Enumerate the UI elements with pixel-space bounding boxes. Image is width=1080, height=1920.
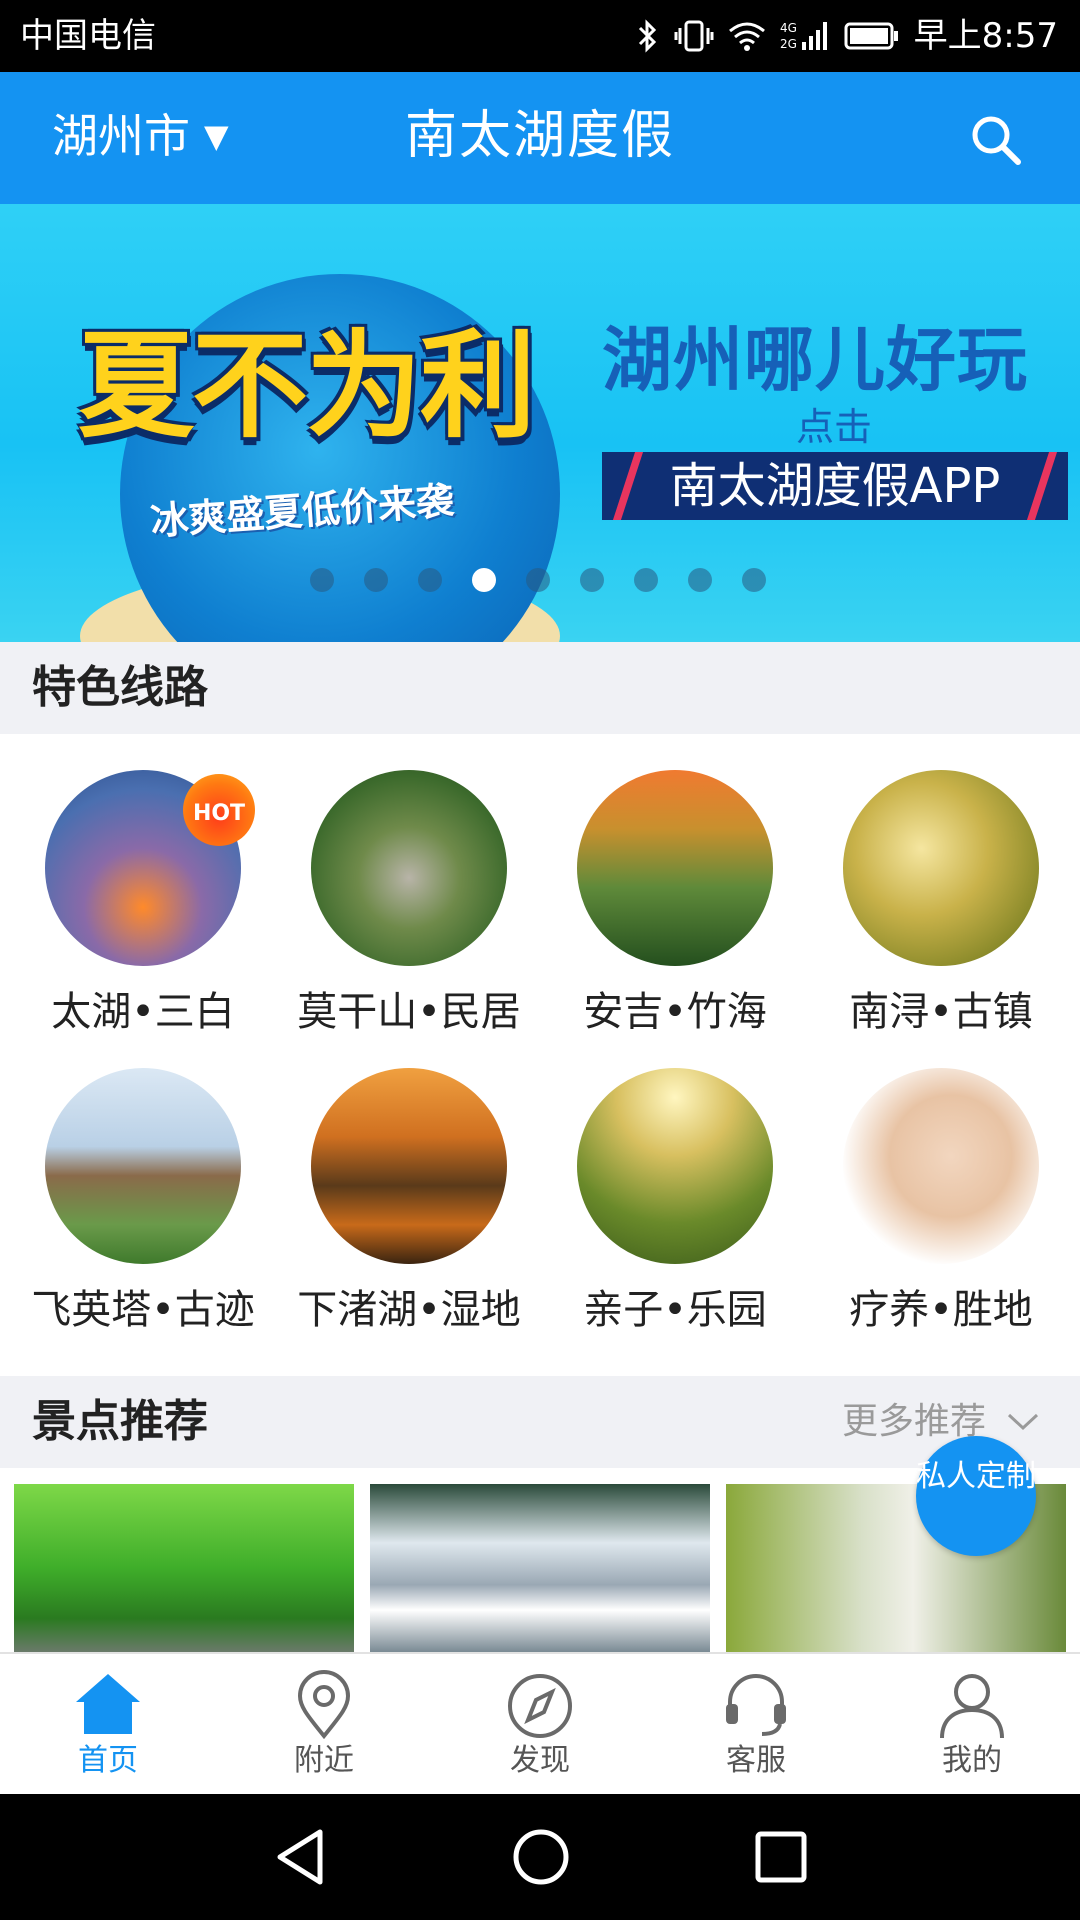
route-item[interactable]: 疗养•胜地 bbox=[806, 1068, 1076, 1336]
tab-service[interactable]: 客服 bbox=[676, 1670, 836, 1780]
carousel-dot[interactable] bbox=[418, 568, 442, 592]
route-label: 下渚湖•湿地 bbox=[297, 1287, 521, 1333]
clock: 早上8:57 bbox=[913, 16, 1058, 56]
carousel-dot[interactable] bbox=[526, 568, 550, 592]
route-item[interactable]: 莫干山•民居 bbox=[274, 770, 544, 1038]
scenic-card[interactable] bbox=[14, 1484, 354, 1652]
vibrate-icon bbox=[674, 18, 714, 54]
route-item[interactable]: 下渚湖•湿地 bbox=[274, 1068, 544, 1336]
route-item[interactable]: 飞英塔•古迹 bbox=[8, 1068, 278, 1336]
svg-text:2G: 2G bbox=[780, 37, 797, 51]
route-label: 莫干山•民居 bbox=[297, 989, 521, 1035]
banner-headline: 湖州哪儿好玩 bbox=[602, 319, 1028, 401]
tab-home[interactable]: 首页 bbox=[28, 1670, 188, 1780]
tab-label: 首页 bbox=[78, 1743, 138, 1778]
carousel-dot[interactable] bbox=[472, 568, 496, 592]
search-icon[interactable] bbox=[968, 112, 1024, 168]
route-thumbnail bbox=[311, 1068, 507, 1264]
svg-text:4G: 4G bbox=[780, 21, 797, 35]
route-thumbnail bbox=[843, 1068, 1039, 1264]
more-recommendations-link[interactable]: 更多推荐 bbox=[842, 1398, 1040, 1446]
tab-mine[interactable]: 我的 bbox=[892, 1670, 1052, 1780]
compass-icon bbox=[502, 1670, 578, 1740]
section-title: 景点推荐 bbox=[32, 1396, 208, 1447]
tab-label: 附近 bbox=[294, 1743, 354, 1778]
route-label: 亲子•乐园 bbox=[583, 1287, 767, 1333]
carousel-dot[interactable] bbox=[742, 568, 766, 592]
route-thumbnail bbox=[843, 770, 1039, 966]
app-header: 湖州市 ▼ 南太湖度假 bbox=[0, 72, 1080, 204]
route-label: 飞英塔•古迹 bbox=[31, 1287, 255, 1333]
route-label: 南浔•古镇 bbox=[849, 989, 1033, 1035]
signal-icon: 4G 2G bbox=[780, 18, 830, 54]
carousel-indicator[interactable] bbox=[310, 568, 766, 592]
bottom-tab-bar: 首页 附近 发现 客服 我的 bbox=[0, 1652, 1080, 1794]
recommendations-header: 景点推荐 更多推荐 bbox=[0, 1376, 1080, 1468]
system-navigation-bar bbox=[0, 1794, 1080, 1920]
user-icon bbox=[934, 1670, 1010, 1740]
route-thumbnail bbox=[45, 1068, 241, 1264]
bluetooth-icon bbox=[636, 18, 660, 54]
carrier-name: 中国电信 bbox=[20, 16, 156, 56]
home-circle-icon[interactable] bbox=[510, 1826, 572, 1888]
page-title: 南太湖度假 bbox=[404, 106, 675, 166]
route-label: 太湖•三白 bbox=[51, 989, 235, 1035]
route-label: 安吉•竹海 bbox=[583, 989, 767, 1035]
carousel-dot[interactable] bbox=[580, 568, 604, 592]
battery-icon bbox=[844, 21, 900, 51]
scenic-card[interactable] bbox=[370, 1484, 710, 1652]
back-icon[interactable] bbox=[272, 1826, 334, 1888]
home-icon bbox=[70, 1670, 146, 1740]
recents-icon[interactable] bbox=[750, 1826, 812, 1888]
tab-discover[interactable]: 发现 bbox=[460, 1670, 620, 1780]
route-thumbnail bbox=[577, 770, 773, 966]
private-custom-button[interactable]: 私人定制 bbox=[916, 1436, 1036, 1556]
carousel-dot[interactable] bbox=[634, 568, 658, 592]
featured-routes-header: 特色线路 bbox=[0, 642, 1080, 734]
banner-app-badge: 南太湖度假APP bbox=[602, 452, 1068, 520]
tab-label: 发现 bbox=[510, 1743, 570, 1778]
status-icons: 4G 2G 早上8:57 bbox=[636, 14, 1058, 58]
banner-click-hint: 点击 bbox=[796, 405, 873, 449]
hot-badge: HOT bbox=[183, 774, 255, 846]
route-thumbnail bbox=[311, 770, 507, 966]
headset-icon bbox=[718, 1670, 794, 1740]
section-title: 特色线路 bbox=[32, 662, 208, 713]
route-item[interactable]: 南浔•古镇 bbox=[806, 770, 1076, 1038]
chevron-down-icon bbox=[1007, 1413, 1039, 1431]
location-pin-icon bbox=[286, 1670, 362, 1740]
route-label: 疗养•胜地 bbox=[849, 1287, 1033, 1333]
carousel-dot[interactable] bbox=[688, 568, 712, 592]
status-bar: 中国电信 4G 2G 早上8:57 bbox=[0, 0, 1080, 72]
carousel-dot[interactable] bbox=[310, 568, 334, 592]
tab-label: 客服 bbox=[726, 1743, 786, 1778]
wifi-icon bbox=[728, 19, 766, 53]
featured-routes-grid: HOT 太湖•三白 莫干山•民居 安吉•竹海 南浔•古镇 飞英塔•古迹 下渚湖•… bbox=[0, 734, 1080, 1376]
route-item[interactable]: 亲子•乐园 bbox=[540, 1068, 810, 1336]
carousel-dot[interactable] bbox=[364, 568, 388, 592]
tab-nearby[interactable]: 附近 bbox=[244, 1670, 404, 1780]
route-thumbnail bbox=[577, 1068, 773, 1264]
banner-slogan: 夏不为利 bbox=[78, 319, 536, 454]
promo-banner[interactable]: 夏不为利 冰爽盛夏低价来袭 湖州哪儿好玩 点击 南太湖度假APP bbox=[0, 204, 1080, 642]
tab-label: 我的 bbox=[942, 1743, 1002, 1778]
route-thumbnail: HOT bbox=[45, 770, 255, 966]
route-item[interactable]: HOT 太湖•三白 bbox=[8, 770, 278, 1038]
route-item[interactable]: 安吉•竹海 bbox=[540, 770, 810, 1038]
